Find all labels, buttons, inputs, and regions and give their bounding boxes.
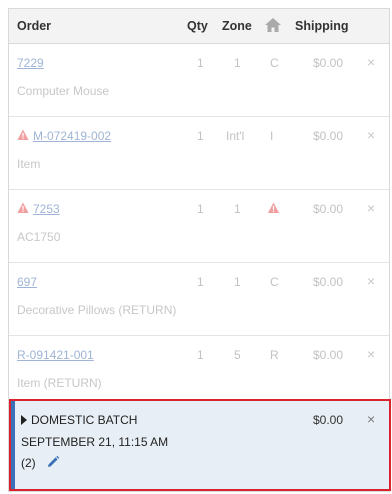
zone-value: 1 [234,202,241,216]
order-link[interactable]: R-091421-001 [17,348,94,362]
type-value: C [270,275,279,289]
shipping-value: $0.00 [313,275,344,289]
col-order[interactable]: Order [17,19,51,33]
shipping-value: $0.00 [313,348,344,362]
table-row[interactable]: 7253 AC1750 1 1 $0.00 × [9,190,389,263]
qty-value: 1 [197,129,204,143]
warning-icon [17,129,29,140]
expand-caret-icon[interactable] [21,415,27,425]
type-value: I [270,129,274,143]
remove-icon[interactable]: × [367,273,375,289]
col-qty[interactable]: Qty [187,19,208,33]
table-row[interactable]: 697 Decorative Pillows (RETURN) 1 1 C $0… [9,263,389,336]
pencil-icon[interactable] [46,455,60,469]
home-icon[interactable] [264,17,282,33]
order-link[interactable]: 7253 [33,202,60,216]
batch-card[interactable]: DOMESTIC BATCH SEPTEMBER 21, 11:15 AM (2… [9,399,391,491]
shipping-value: $0.00 [313,129,344,143]
qty-value: 1 [197,56,204,70]
batch-amount: $0.00 [313,413,344,427]
remove-icon[interactable]: × [367,54,375,70]
order-description: Decorative Pillows (RETURN) [17,303,177,317]
order-description: Computer Mouse [17,84,110,98]
batch-date: SEPTEMBER 21, 11:15 AM [21,435,169,449]
qty-value: 1 [197,348,204,362]
table-header: Order Qty Zone Shipping [9,9,389,44]
shipping-value: $0.00 [313,56,344,70]
col-zone[interactable]: Zone [222,19,252,33]
batch-count: (2) [21,456,36,470]
batch-remove-icon[interactable]: × [367,411,375,427]
shipping-value: $0.00 [313,202,344,216]
zone-value: 5 [234,348,241,362]
zone-value: 1 [234,275,241,289]
order-description: Item [17,157,41,171]
zone-value: Int'l [226,129,245,143]
order-description: Item (RETURN) [17,376,102,390]
orders-panel: Order Qty Zone Shipping 7229 Computer Mo… [8,8,391,492]
col-shipping[interactable]: Shipping [295,19,348,33]
type-value: R [270,348,279,362]
table-row[interactable]: M-072419-002 Item 1 Int'l I $0.00 × [9,117,389,190]
batch-accent-bar [11,401,15,489]
warning-icon [17,202,29,213]
zone-value: 1 [234,56,241,70]
remove-icon[interactable]: × [367,346,375,362]
batch-title: DOMESTIC BATCH [31,413,138,427]
qty-value: 1 [197,275,204,289]
order-link[interactable]: M-072419-002 [33,129,111,143]
order-description: AC1750 [17,230,61,244]
remove-icon[interactable]: × [367,127,375,143]
warning-icon [267,202,280,213]
remove-icon[interactable]: × [367,200,375,216]
qty-value: 1 [197,202,204,216]
type-value: C [270,56,279,70]
order-link[interactable]: 697 [17,275,37,289]
order-link[interactable]: 7229 [17,56,44,70]
table-row[interactable]: 7229 Computer Mouse 1 1 C $0.00 × [9,44,389,117]
